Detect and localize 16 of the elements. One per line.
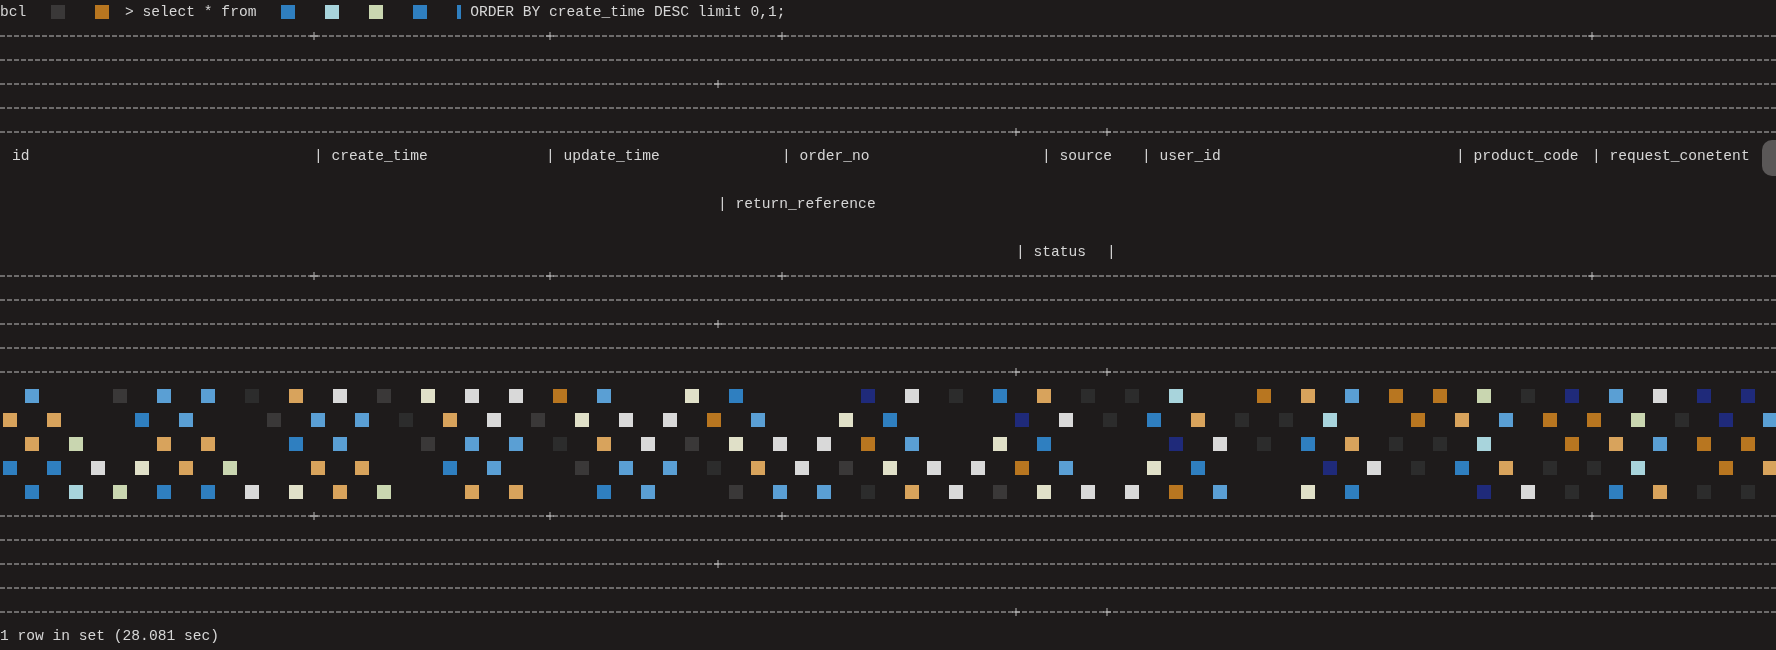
column-header: | status [1016,244,1088,260]
result-text: 1 row in set (28.081 sec) [0,628,219,644]
column-header: id [12,148,31,164]
column-header: | create_time [314,148,429,164]
column-header: | request_conetent [1592,148,1751,164]
command-text: > select * from [124,4,257,20]
column-header: | order_no [782,148,871,164]
column-header: | user_id [1142,148,1222,164]
column-header: | product_code [1456,148,1580,164]
column-header: | source [1042,148,1114,164]
scrollbar-thumb[interactable] [1762,140,1776,176]
command-text: ORDER BY create_time DESC limit 0,1; [469,4,786,20]
column-header: | return_reference [718,196,876,212]
prompt-text: bcl [0,4,27,20]
column-header: | update_time [546,148,661,164]
column-border-text: | [1107,244,1116,260]
